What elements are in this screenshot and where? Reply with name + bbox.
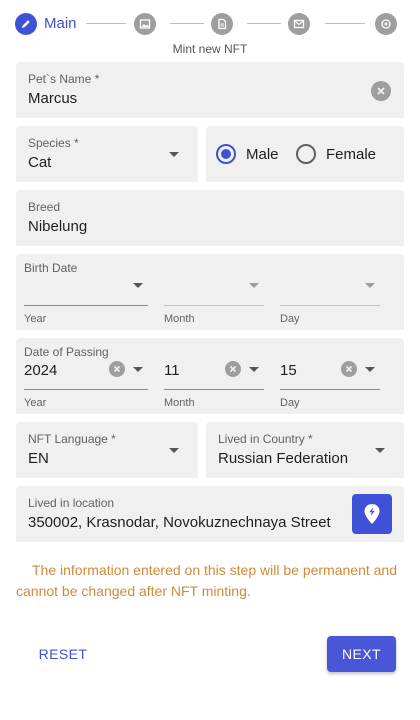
pet-name-label: Pet`s Name *	[28, 72, 100, 86]
clear-icon[interactable]	[109, 361, 125, 377]
step-envelope[interactable]	[288, 13, 310, 35]
passing-year-select[interactable]	[24, 389, 148, 390]
birth-day-select[interactable]	[280, 305, 380, 306]
nft-language-value: EN	[28, 450, 49, 467]
chevron-down-icon	[375, 448, 385, 453]
clear-icon[interactable]	[371, 81, 391, 101]
chevron-down-icon	[169, 152, 179, 157]
gender-female-radio[interactable]	[296, 144, 316, 164]
passing-day-select[interactable]	[280, 389, 380, 390]
species-label: Species *	[28, 136, 79, 150]
pet-name-field[interactable]: Pet`s Name * Marcus	[16, 62, 404, 118]
nft-coin-icon	[381, 19, 391, 29]
pencil-icon	[22, 20, 30, 28]
step-image[interactable]	[134, 13, 156, 35]
document-icon	[218, 18, 227, 30]
reset-button[interactable]: RESET	[28, 640, 98, 668]
step-subtitle: Mint new NFT	[172, 42, 248, 56]
birth-day-label: Day	[280, 313, 300, 325]
species-value: Cat	[28, 154, 52, 171]
birth-month-select[interactable]	[164, 305, 264, 306]
step-main-label[interactable]: Main	[44, 15, 77, 32]
gender-male-label[interactable]: Male	[246, 146, 279, 163]
chevron-down-icon[interactable]	[133, 367, 143, 372]
birth-year-select[interactable]	[24, 305, 148, 306]
step-main[interactable]	[15, 13, 37, 35]
species-select[interactable]: Species * Cat	[16, 126, 198, 182]
chevron-down-icon[interactable]	[365, 283, 375, 288]
nft-language-label: NFT Language *	[28, 432, 116, 446]
gender-female-label[interactable]: Female	[326, 146, 376, 163]
chevron-down-icon[interactable]	[249, 283, 259, 288]
passing-month-value[interactable]: 11	[164, 362, 180, 379]
passing-date-group: Date of Passing 2024 Year 11 Month 15 Da…	[16, 338, 404, 414]
passing-day-label: Day	[280, 397, 300, 409]
breed-field[interactable]: Breed Nibelung	[16, 190, 404, 246]
birth-date-label: Birth Date	[24, 261, 78, 275]
step-connector	[86, 23, 126, 24]
birth-year-label: Year	[24, 313, 47, 325]
gender-male-radio[interactable]	[216, 144, 236, 164]
breed-input[interactable]: Nibelung	[28, 218, 87, 235]
envelope-icon	[293, 19, 305, 29]
location-field[interactable]: Lived in location 350002, Krasnodar, Nov…	[16, 486, 404, 542]
chevron-down-icon[interactable]	[365, 367, 375, 372]
location-input[interactable]: 350002, Krasnodar, Novokuznechnaya Stree…	[28, 514, 331, 531]
image-icon	[139, 19, 151, 29]
country-select[interactable]: Lived in Country * Russian Federation	[206, 422, 404, 478]
location-label: Lived in location	[28, 496, 115, 510]
stepper: Main Mint new NFT	[0, 0, 420, 60]
clear-icon[interactable]	[341, 361, 357, 377]
map-location-button[interactable]	[352, 494, 392, 534]
next-button[interactable]: NEXT	[327, 636, 396, 672]
passing-month-label: Month	[164, 397, 195, 409]
step-document[interactable]	[211, 13, 233, 35]
passing-date-label: Date of Passing	[24, 345, 109, 359]
chevron-down-icon[interactable]	[133, 283, 143, 288]
passing-year-label: Year	[24, 397, 47, 409]
permanence-warning: The information entered on this step wil…	[16, 562, 397, 599]
birth-month-label: Month	[164, 313, 195, 325]
clear-icon[interactable]	[225, 361, 241, 377]
passing-year-value[interactable]: 2024	[24, 362, 57, 379]
nft-language-select[interactable]: NFT Language * EN	[16, 422, 198, 478]
passing-month-select[interactable]	[164, 389, 264, 390]
step-nft[interactable]	[375, 13, 397, 35]
pet-name-input[interactable]: Marcus	[28, 90, 77, 107]
gender-radio-group: Male Female	[206, 126, 404, 182]
breed-label: Breed	[28, 200, 61, 214]
country-value: Russian Federation	[218, 450, 349, 467]
chevron-down-icon[interactable]	[249, 367, 259, 372]
location-pin-icon	[364, 504, 380, 524]
chevron-down-icon	[169, 448, 179, 453]
birth-date-group: Birth Date Year Month Day	[16, 254, 404, 330]
step-connector	[170, 23, 204, 24]
step-connector	[247, 23, 281, 24]
passing-day-value[interactable]: 15	[280, 362, 297, 379]
country-label: Lived in Country *	[218, 432, 313, 446]
step-connector	[325, 23, 365, 24]
